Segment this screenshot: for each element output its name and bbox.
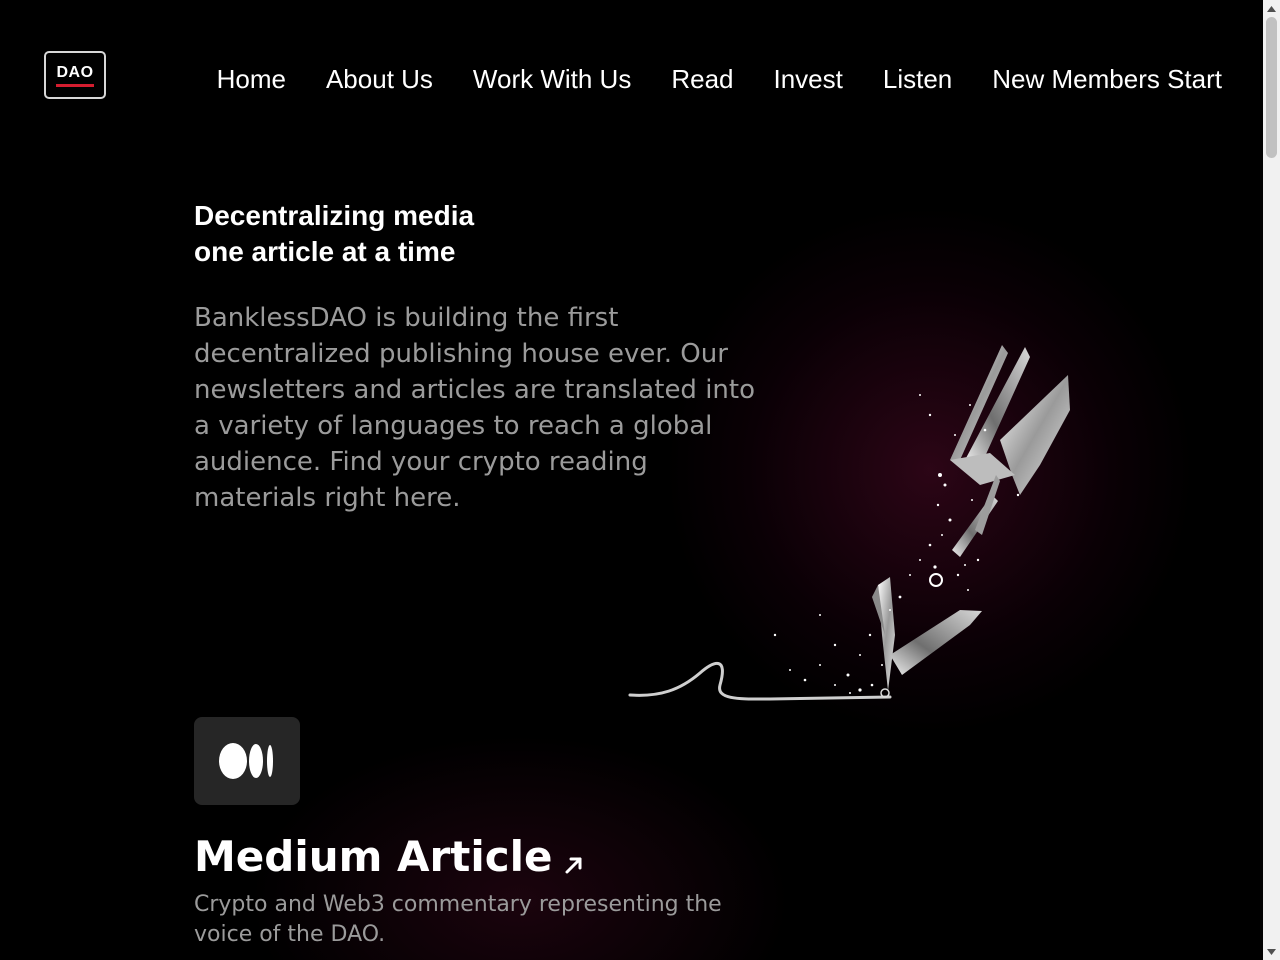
medium-logo-glyph xyxy=(219,743,273,779)
hero-title-line2: one article at a time xyxy=(194,236,456,267)
scroll-up-arrow-icon[interactable] xyxy=(1263,0,1280,17)
nav-new-members-start[interactable]: New Members Start xyxy=(992,62,1222,96)
medium-logo-icon[interactable] xyxy=(194,717,300,805)
nav-about-us[interactable]: About Us xyxy=(326,62,433,96)
medium-article-description: Crypto and Web3 commentary representing … xyxy=(194,892,722,947)
pen-nib-writing-illustration xyxy=(628,345,1070,701)
scroll-down-arrow-icon[interactable] xyxy=(1263,943,1280,960)
medium-article-link[interactable]: Medium Article xyxy=(194,828,585,886)
hero-title: Decentralizing media one article at a ti… xyxy=(194,198,614,270)
nav-listen[interactable]: Listen xyxy=(883,62,952,96)
nav-invest[interactable]: Invest xyxy=(774,62,843,96)
logo-text: DAO xyxy=(56,63,94,81)
medium-article-title: Medium Article xyxy=(194,832,553,881)
nav-home[interactable]: Home xyxy=(217,62,286,96)
nav-work-with-us[interactable]: Work With Us xyxy=(473,62,631,96)
page-scrollbar[interactable] xyxy=(1263,0,1280,960)
scrollbar-thumb[interactable] xyxy=(1266,17,1277,158)
main-nav: Home About Us Work With Us Read Invest L… xyxy=(217,62,1222,96)
nav-read[interactable]: Read xyxy=(671,62,733,96)
logo-underline xyxy=(56,83,94,87)
dao-logo[interactable]: DAO xyxy=(44,51,106,99)
external-arrow-icon xyxy=(565,857,581,874)
hero-title-line1: Decentralizing media xyxy=(194,200,475,231)
